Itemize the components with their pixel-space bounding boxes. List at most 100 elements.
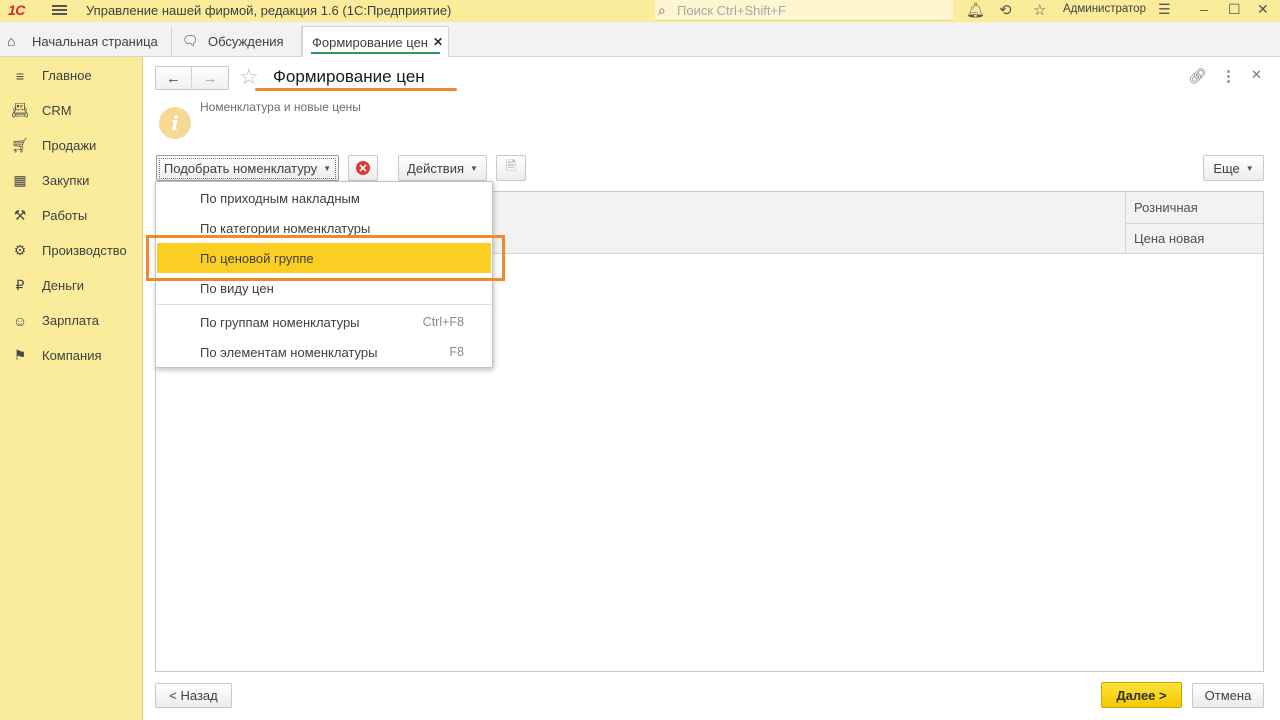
tab-discussions[interactable]: 🗨︎ Обсуждения — [172, 26, 302, 56]
menu-item-label: По виду цен — [200, 280, 274, 296]
actions-label: Действия — [407, 160, 465, 176]
document-button[interactable]: 🗎︎ — [496, 155, 526, 181]
tab-close-icon[interactable]: ✕ — [433, 35, 443, 49]
tools-icon: ⚒ — [13, 207, 27, 223]
sidebar-item-money[interactable]: ₽ Деньги — [0, 268, 143, 303]
document-icon: 🗎︎ — [505, 158, 517, 173]
more-vertical-icon[interactable]: ⋮ — [1221, 67, 1236, 85]
sidebar-item-production[interactable]: ⚙ Производство — [0, 233, 143, 268]
favorites-star-icon[interactable]: ☆ — [1033, 1, 1046, 19]
settings-menu-icon[interactable]: ☰ — [1158, 1, 1171, 18]
caret-down-icon: ▼ — [1245, 163, 1254, 173]
sidebar-item-label: Продажи — [42, 138, 97, 153]
sidebar-item-purchases[interactable]: ▦ Закупки — [0, 163, 143, 198]
column-header-new-price[interactable]: Цена новая — [1134, 231, 1204, 246]
sidebar-item-label: Производство — [42, 243, 127, 258]
basket-icon: 🛒︎ — [11, 137, 29, 153]
info-text: Номенклатура и новые цены — [200, 100, 361, 114]
caret-down-icon: ▼ — [470, 163, 478, 173]
menu-item-label: По категории номенклатуры — [200, 220, 371, 236]
history-icon[interactable]: ⟲ — [999, 1, 1012, 19]
sidebar-item-salary[interactable]: ☺ Зарплата — [0, 303, 143, 338]
tab-price-formation[interactable]: Формирование цен ✕ — [302, 26, 449, 57]
person-icon: ☺ — [12, 312, 28, 329]
chat-icon: 🗨︎ — [182, 33, 199, 48]
ruble-icon: ₽ — [15, 277, 25, 293]
navigation-buttons: ← → — [155, 66, 229, 90]
sidebar-item-label: Работы — [42, 208, 88, 223]
cancel-label: Отмена — [1204, 688, 1252, 703]
app-title: Управление нашей фирмой, редакция 1.6 (1… — [86, 3, 452, 18]
back-button[interactable]: < Назад — [155, 683, 232, 708]
menu-separator — [157, 304, 491, 305]
search-input[interactable] — [677, 2, 947, 18]
sidebar-item-main[interactable]: ≡ Главное — [0, 58, 143, 93]
close-form-icon[interactable]: ✕ — [1251, 67, 1262, 83]
flag-icon: ⚑ — [13, 347, 27, 363]
sidebar-item-label: Деньги — [42, 278, 84, 293]
pick-items-label: Подобрать номенклатуру — [163, 160, 318, 176]
tab-bar: ⌂ Начальная страница 🗨︎ Обсуждения Форми… — [0, 22, 1280, 57]
sidebar-item-label: Закупки — [42, 173, 90, 188]
sidebar-item-company[interactable]: ⚑ Компания — [0, 338, 143, 373]
delete-button[interactable]: ✕ — [348, 155, 378, 181]
menu-item-shortcut: Ctrl+F8 — [422, 315, 464, 329]
title-annotation-underline — [255, 88, 457, 91]
search-icon: ⌕ — [658, 2, 666, 18]
menu-item-by-price-type[interactable]: По виду цен — [156, 273, 492, 303]
tab-label: Начальная страница — [32, 33, 158, 49]
title-bar: 1С Управление нашей фирмой, редакция 1.6… — [0, 0, 1280, 22]
menu-item-by-price-group[interactable]: По ценовой группе — [157, 243, 491, 273]
menu-item-by-item-elements[interactable]: По элементам номенклатуры F8 — [156, 337, 492, 367]
menu-item-label: По элементам номенклатуры — [200, 344, 378, 360]
shelves-icon: ▦ — [13, 172, 27, 188]
column-header-retail[interactable]: Розничная — [1134, 200, 1198, 215]
sidebar: ≡ Главное 📇︎ CRM 🛒︎ Продажи ▦ Закупки ⚒ … — [0, 57, 143, 720]
next-label: Далее > — [1116, 687, 1167, 703]
caret-down-icon: ▼ — [323, 163, 332, 173]
factory-icon: ⚙ — [13, 242, 27, 258]
next-button[interactable]: Далее > — [1101, 682, 1182, 708]
menu-item-label: По ценовой группе — [200, 250, 314, 266]
pick-items-button[interactable]: Подобрать номенклатуру ▼ — [156, 155, 339, 181]
pick-items-dropdown: По приходным накладным По категории номе… — [155, 181, 493, 368]
sidebar-item-crm[interactable]: 📇︎ CRM — [0, 93, 143, 128]
tab-label: Обсуждения — [208, 33, 284, 49]
more-button[interactable]: Еще ▼ — [1203, 155, 1264, 181]
info-icon: i — [159, 107, 191, 139]
sidebar-item-sales[interactable]: 🛒︎ Продажи — [0, 128, 143, 163]
menu-item-by-receipts[interactable]: По приходным накладным — [156, 183, 492, 213]
window-close-icon[interactable]: ✕ — [1257, 1, 1269, 18]
link-icon[interactable]: 🔗︎ — [1188, 67, 1207, 85]
menu-item-by-item-groups[interactable]: По группам номенклатуры Ctrl+F8 — [156, 307, 492, 337]
menu-lines-icon: ≡ — [15, 67, 25, 84]
more-label: Еще — [1213, 160, 1240, 176]
user-name[interactable]: Администратор — [1063, 3, 1146, 15]
favorite-star-icon[interactable]: ☆ — [239, 64, 259, 90]
bell-icon[interactable]: 🔔︎ — [966, 1, 985, 19]
back-label: < Назад — [169, 688, 218, 703]
header-row-separator — [1126, 223, 1263, 224]
maximize-icon[interactable]: ☐ — [1228, 1, 1241, 18]
page-title: Формирование цен — [273, 67, 425, 86]
minimize-icon[interactable]: – — [1200, 1, 1208, 17]
menu-item-label: По приходным накладным — [200, 190, 360, 206]
back-arrow-icon[interactable]: ← — [156, 67, 192, 89]
sidebar-item-label: CRM — [42, 103, 72, 118]
tab-home[interactable]: ⌂ Начальная страница — [0, 26, 172, 56]
actions-button[interactable]: Действия ▼ — [398, 155, 487, 181]
sidebar-item-label: Главное — [42, 68, 92, 83]
sidebar-item-label: Зарплата — [42, 313, 99, 328]
search-box[interactable]: ⌕ — [655, 0, 953, 21]
tab-label: Формирование цен — [312, 34, 428, 50]
sidebar-item-label: Компания — [42, 348, 102, 363]
sidebar-item-works[interactable]: ⚒ Работы — [0, 198, 143, 233]
forward-arrow-icon[interactable]: → — [192, 67, 228, 89]
main-menu-icon[interactable] — [52, 3, 67, 17]
menu-item-by-category[interactable]: По категории номенклатуры — [156, 213, 492, 243]
main-content: ← → ☆ Формирование цен 🔗︎ ⋮ ✕ i Номенкла… — [143, 57, 1280, 720]
cancel-button[interactable]: Отмена — [1192, 683, 1264, 708]
menu-item-shortcut: F8 — [449, 345, 464, 359]
home-icon: ⌂ — [7, 33, 16, 49]
contact-card-icon: 📇︎ — [11, 102, 29, 118]
